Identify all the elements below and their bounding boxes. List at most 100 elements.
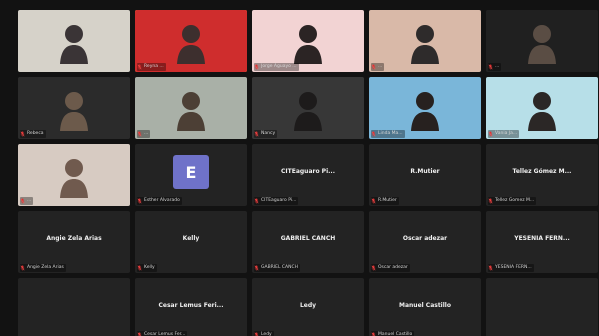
participant-tile[interactable]: CITEaguaro Pi... CITEaguaro Pi... — [252, 144, 364, 206]
participant-display-name: Tellez Gómez M... — [512, 168, 572, 175]
participant-name-bar: Jorge Aguayo ... — [254, 63, 299, 71]
person-silhouette-icon — [170, 85, 212, 133]
mic-muted-icon — [254, 64, 259, 70]
participant-video — [135, 77, 247, 139]
participant-label: Angie Zela Arias — [27, 265, 64, 270]
mic-muted-icon — [488, 198, 493, 204]
participant-label: Jorge Aguayo ... — [261, 64, 297, 69]
participant-tile[interactable] — [18, 10, 130, 72]
person-silhouette-icon — [404, 85, 446, 133]
participant-label: Manuel Castillo — [378, 332, 413, 336]
participant-tile[interactable]: Manuel Castillo Manuel Castillo — [369, 278, 481, 336]
mic-muted-icon — [254, 198, 259, 204]
mic-muted-icon — [137, 64, 142, 70]
mic-muted-icon — [254, 332, 259, 336]
participant-name-bar: YESENIA FERN... — [488, 264, 534, 272]
participant-name-bar: Ledy — [254, 331, 274, 336]
participant-tile[interactable]: Vania Ja... — [486, 77, 598, 139]
participant-label: Nancy — [261, 131, 276, 136]
mic-muted-icon — [20, 198, 25, 204]
participant-display-name: CITEaguaro Pi... — [281, 168, 335, 175]
participant-name-bar: Angie Zela Arias — [20, 264, 66, 272]
person-silhouette-icon — [53, 85, 95, 133]
participant-display-name: Ledy — [299, 302, 317, 309]
participant-tile[interactable]: Rebeca — [18, 77, 130, 139]
mic-muted-icon — [371, 265, 376, 271]
participant-tile[interactable]: Cesar Lemus Feri... Cesar Lemus Fer... — [135, 278, 247, 336]
participant-tile[interactable]: ... — [135, 77, 247, 139]
participant-name-bar: Esther Alvarado — [137, 197, 182, 205]
participant-name-bar: ... — [20, 197, 34, 205]
participant-display-name: Manuel Castillo — [399, 302, 451, 309]
participant-name-bar: ... — [488, 63, 502, 71]
participant-tile[interactable]: GABRIEL CANCH GABRIEL CANCH — [252, 211, 364, 273]
participant-label: Ledy — [261, 332, 272, 336]
person-silhouette-icon — [287, 18, 329, 66]
participant-tile[interactable]: Ledy Ledy — [252, 278, 364, 336]
participant-tile[interactable]: R.Mutier R.Mutier — [369, 144, 481, 206]
video-call-window: Reyna ... Jorge Aguayo ... ... ... Rebec… — [0, 0, 599, 336]
participant-tile[interactable]: Jorge Aguayo ... — [252, 10, 364, 72]
mic-muted-icon — [20, 265, 25, 271]
participant-name-bar: Kelly — [137, 264, 157, 272]
participant-tile[interactable]: ... — [369, 10, 481, 72]
participant-name-bar: Reyna ... — [137, 63, 166, 71]
participant-tile[interactable] — [18, 278, 130, 336]
mic-muted-icon — [137, 198, 142, 204]
participant-label: ... — [378, 64, 383, 69]
participant-label: Esther Alvarado — [144, 198, 180, 203]
mic-muted-icon — [488, 265, 493, 271]
participant-display-name: YESENIA FERN... — [514, 235, 570, 242]
participant-label: GABRIEL CANCH — [261, 265, 298, 270]
participant-name-bar: Manuel Castillo — [371, 331, 415, 336]
participant-tile[interactable]: Reyna ... — [135, 10, 247, 72]
participant-label: Oscar adezar — [378, 265, 408, 270]
participant-label: Kelly — [144, 265, 155, 270]
participant-tile[interactable] — [486, 278, 598, 336]
participant-video — [486, 10, 598, 72]
person-silhouette-icon — [53, 18, 95, 66]
participant-label: ... — [27, 198, 32, 203]
participant-video — [18, 10, 130, 72]
participant-tile[interactable]: Oscar adezar Oscar adezar — [369, 211, 481, 273]
participant-name-bar: Nancy — [254, 130, 278, 138]
participant-video — [369, 10, 481, 72]
participant-label: Rebeca — [27, 131, 44, 136]
mic-muted-icon — [371, 332, 376, 336]
participant-tile[interactable]: Angie Zela Arias Angie Zela Arias — [18, 211, 130, 273]
participant-tile[interactable]: E Esther Alvarado — [135, 144, 247, 206]
participant-tile[interactable]: Tellez Gómez M... Tellez Gomez M... — [486, 144, 598, 206]
mic-muted-icon — [137, 332, 142, 336]
mic-muted-icon — [371, 198, 376, 204]
participant-name-bar: Rebeca — [20, 130, 46, 138]
participant-display-name: Kelly — [182, 235, 200, 242]
participant-name-bar: CITEaguaro Pi... — [254, 197, 299, 205]
participant-tile[interactable]: ... — [486, 10, 598, 72]
participant-name-bar: Tellez Gomez M... — [488, 197, 537, 205]
participant-label: R.Mutier — [378, 198, 397, 203]
participant-label: Linda Ma... — [378, 131, 403, 136]
participant-name-bar: R.Mutier — [371, 197, 399, 205]
person-silhouette-icon — [170, 18, 212, 66]
participant-label: YESENIA FERN... — [495, 265, 532, 270]
participant-label: Tellez Gomez M... — [495, 198, 535, 203]
participant-tile[interactable]: Kelly Kelly — [135, 211, 247, 273]
participant-tile[interactable]: Nancy — [252, 77, 364, 139]
person-silhouette-icon — [53, 152, 95, 200]
participant-label: Vania Ja... — [495, 131, 518, 136]
participant-name-bar: Oscar adezar — [371, 264, 410, 272]
mic-muted-icon — [488, 64, 493, 70]
participant-display-name: GABRIEL CANCH — [280, 235, 336, 242]
participant-label: ... — [495, 64, 500, 69]
participant-display-name: R.Mutier — [410, 168, 440, 175]
mic-muted-icon — [371, 131, 376, 137]
person-silhouette-icon — [521, 18, 563, 66]
participant-label: Cesar Lemus Fer... — [144, 332, 186, 336]
participant-tile[interactable]: YESENIA FERN... YESENIA FERN... — [486, 211, 598, 273]
participant-display-name: Cesar Lemus Feri... — [158, 302, 224, 309]
participant-label: CITEaguaro Pi... — [261, 198, 297, 203]
participant-tile[interactable]: Linda Ma... — [369, 77, 481, 139]
participant-tile[interactable]: ... — [18, 144, 130, 206]
participant-video — [18, 144, 130, 206]
participant-name-bar: Vania Ja... — [488, 130, 520, 138]
